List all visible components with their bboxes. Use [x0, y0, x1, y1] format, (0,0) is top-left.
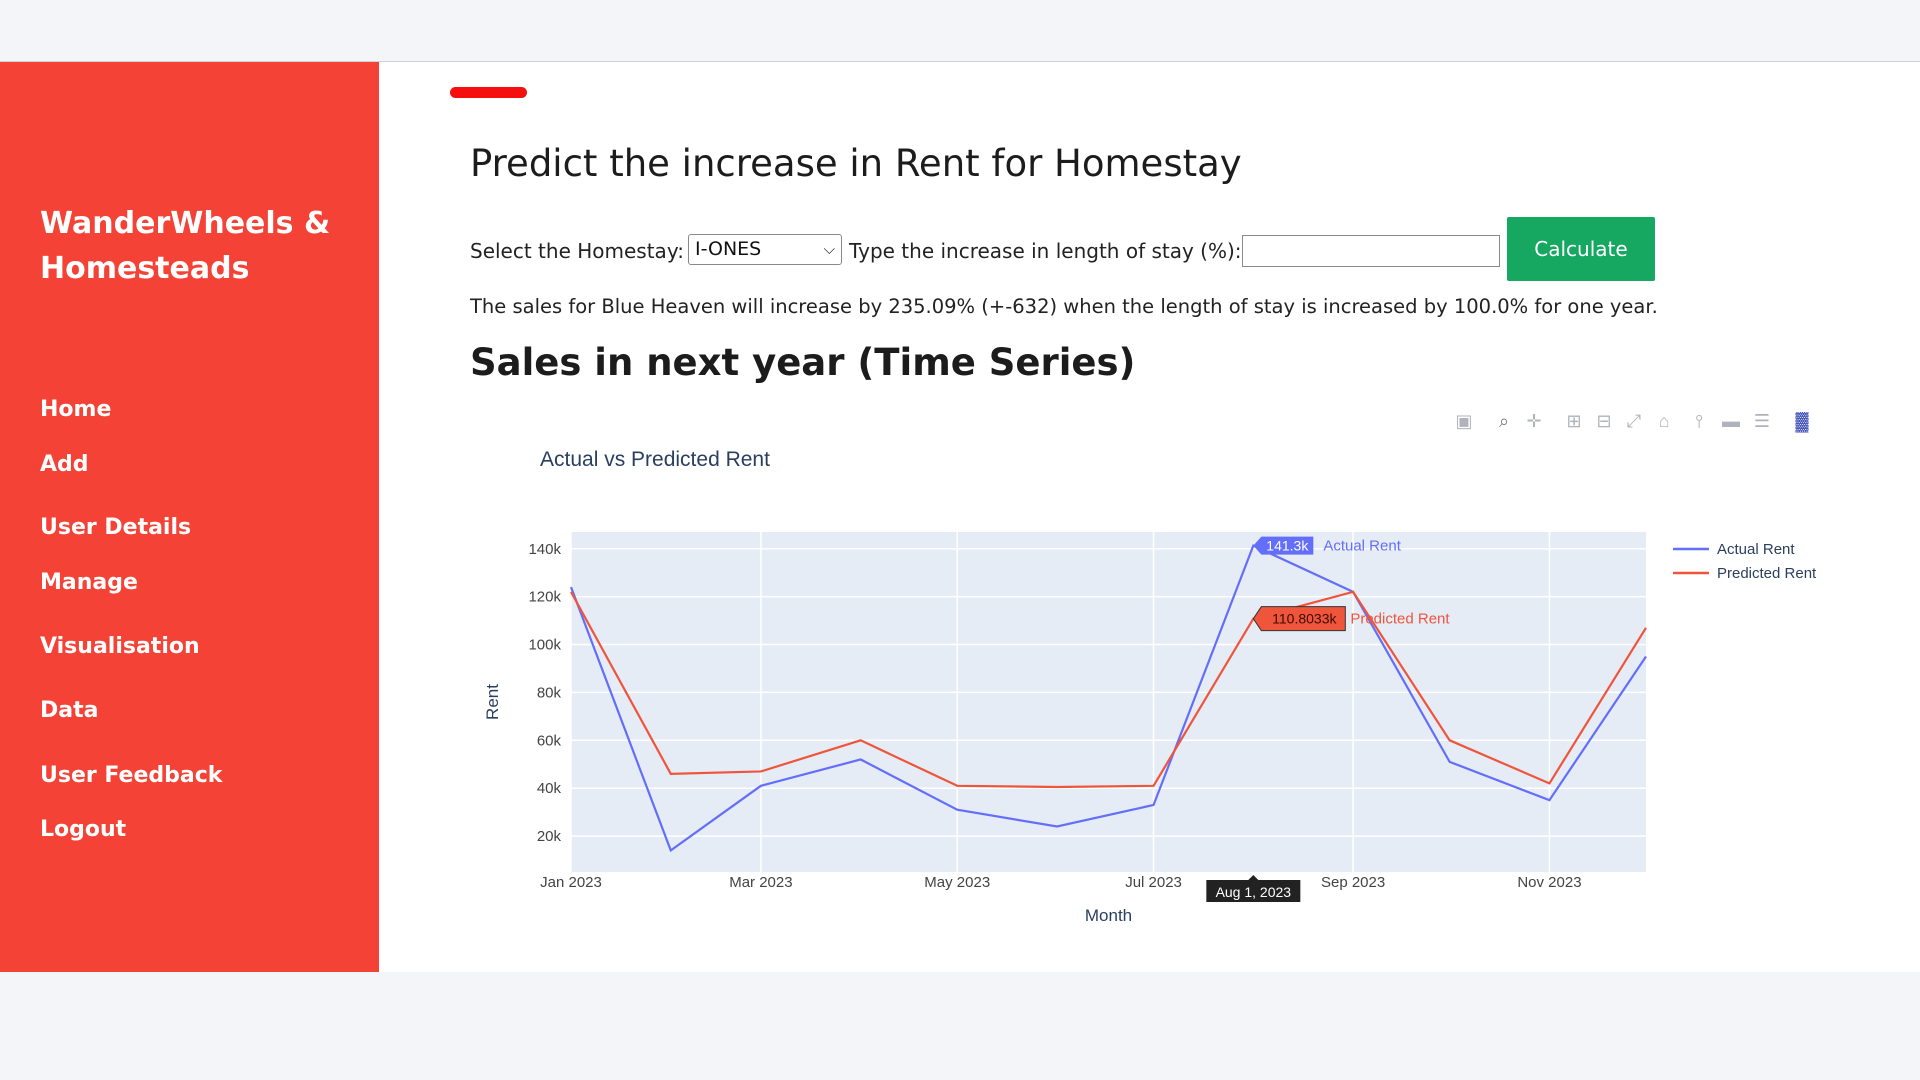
legend-label: Predicted Rent	[1717, 565, 1817, 582]
hover-series-predicted: Predicted Rent	[1350, 611, 1450, 628]
sidebar-item-visualisation[interactable]: Visualisation	[40, 634, 200, 659]
top-bar	[0, 0, 1920, 62]
y-tick-label: 60k	[537, 732, 562, 749]
zoom-out-icon[interactable]: ⊟	[1592, 409, 1616, 433]
x-tick-label: Sep 2023	[1321, 874, 1385, 891]
chart-modebar: ▣ ⌕ ✛ ⊞ ⊟ ⤢ ⌂ ⫯ ▬ ☰ ▓	[1452, 409, 1808, 433]
hover-series-actual: Actual Rent	[1323, 538, 1401, 555]
zoom-in-icon[interactable]: ⊞	[1562, 409, 1586, 433]
hover-compare-icon[interactable]: ☰	[1750, 409, 1774, 433]
y-tick-label: 80k	[537, 684, 562, 701]
camera-icon[interactable]: ▣	[1452, 409, 1476, 433]
sidebar-item-logout[interactable]: Logout	[40, 817, 126, 842]
y-tick-label: 140k	[528, 541, 561, 558]
x-tick-label: May 2023	[924, 874, 990, 891]
hover-closest-icon[interactable]: ▬	[1719, 409, 1743, 433]
brand-name[interactable]: WanderWheels & Homesteads	[40, 201, 340, 291]
plot-area	[571, 532, 1646, 872]
hover-value-actual: 141.3k	[1266, 538, 1309, 554]
y-tick-label: 40k	[537, 780, 562, 797]
sidebar-item-add[interactable]: Add	[40, 452, 89, 477]
sidebar: WanderWheels & Homesteads Home Add User …	[0, 62, 379, 972]
x-tick-label: Jul 2023	[1125, 874, 1182, 891]
y-axis-title: Rent	[483, 684, 502, 720]
reset-axes-icon[interactable]: ⌂	[1652, 409, 1676, 433]
x-tick-label: Nov 2023	[1517, 874, 1581, 891]
x-tick-label: Jan 2023	[540, 874, 602, 891]
x-tick-label: Mar 2023	[729, 874, 792, 891]
autoscale-icon[interactable]: ⤢	[1622, 409, 1646, 433]
page-footer-area	[0, 972, 1920, 1080]
hover-value-predicted: 110.8033k	[1272, 611, 1337, 627]
rent-chart[interactable]: Actual vs Predicted Rent 20k 40k 60k 80k 100k…	[379, 62, 1920, 972]
sidebar-item-user-feedback[interactable]: User Feedback	[40, 763, 222, 788]
sidebar-item-data[interactable]: Data	[40, 698, 98, 723]
y-tick-label: 100k	[528, 637, 561, 654]
sidebar-item-home[interactable]: Home	[40, 397, 111, 422]
spike-lines-icon[interactable]: ⫯	[1687, 409, 1711, 433]
y-tick-label: 120k	[528, 589, 561, 606]
sidebar-item-user-details[interactable]: User Details	[40, 515, 191, 540]
chart-title: Actual vs Predicted Rent	[540, 448, 770, 471]
main-content: Predict the increase in Rent for Homesta…	[379, 62, 1920, 972]
zoom-icon[interactable]: ⌕	[1492, 409, 1516, 433]
sidebar-item-manage[interactable]: Manage	[40, 570, 138, 595]
legend-label: Actual Rent	[1717, 541, 1795, 558]
pan-icon[interactable]: ✛	[1522, 409, 1546, 433]
plotly-logo-icon[interactable]: ▓	[1790, 409, 1814, 433]
hover-x-label: Aug 1, 2023	[1216, 884, 1292, 900]
x-axis-title: Month	[1085, 906, 1132, 925]
y-tick-label: 20k	[537, 828, 562, 845]
